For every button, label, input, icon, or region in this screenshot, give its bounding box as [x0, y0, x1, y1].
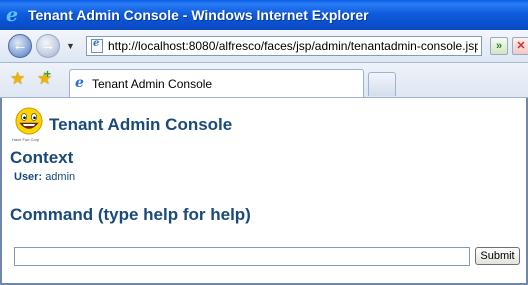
- user-value: admin: [45, 171, 76, 183]
- tab-label: Tenant Admin Console: [92, 77, 213, 91]
- forward-button[interactable]: →: [36, 34, 60, 58]
- user-label: User:: [14, 171, 43, 183]
- back-arrow-icon: ←: [12, 37, 28, 54]
- refresh-go-icon: »: [495, 40, 503, 52]
- logo-caption: Have Fun Corp: [12, 137, 40, 142]
- command-heading: Command (type help for help): [10, 205, 251, 224]
- window-titlebar: e Tenant Admin Console - Windows Interne…: [0, 0, 528, 30]
- tab-bar: ★ ★ + e Tenant Admin Console: [0, 63, 528, 98]
- page-content: Have Fun Corp Tenant Admin Console Conte…: [0, 98, 528, 285]
- favorites-star-icon[interactable]: ★: [10, 69, 25, 89]
- history-dropdown-icon[interactable]: ▼: [66, 41, 75, 51]
- add-favorites-icon[interactable]: ★ +: [37, 67, 52, 89]
- user-line: User: admin: [14, 171, 75, 183]
- stop-button[interactable]: ✕: [512, 37, 528, 55]
- ie-page-icon: e: [75, 75, 84, 91]
- submit-button[interactable]: Submit: [475, 247, 520, 265]
- new-tab-button[interactable]: [368, 72, 396, 96]
- address-input[interactable]: [108, 38, 478, 54]
- page-icon: [91, 38, 103, 53]
- go-button[interactable]: »: [490, 37, 508, 55]
- forward-arrow-icon: →: [40, 37, 56, 54]
- smiley-logo-icon: [15, 107, 43, 135]
- stop-icon: ✕: [516, 40, 526, 52]
- context-heading: Context: [10, 148, 74, 167]
- page-title: Tenant Admin Console: [49, 115, 233, 134]
- back-button[interactable]: ←: [8, 34, 32, 58]
- command-input[interactable]: [14, 247, 470, 266]
- navigation-bar: ← → ▼ » ✕: [0, 30, 528, 63]
- window-title: Tenant Admin Console - Windows Internet …: [28, 7, 369, 23]
- tab-tenant-admin-console[interactable]: e Tenant Admin Console: [69, 69, 364, 97]
- address-bar[interactable]: [86, 36, 482, 56]
- ie-logo-icon: e: [6, 4, 19, 26]
